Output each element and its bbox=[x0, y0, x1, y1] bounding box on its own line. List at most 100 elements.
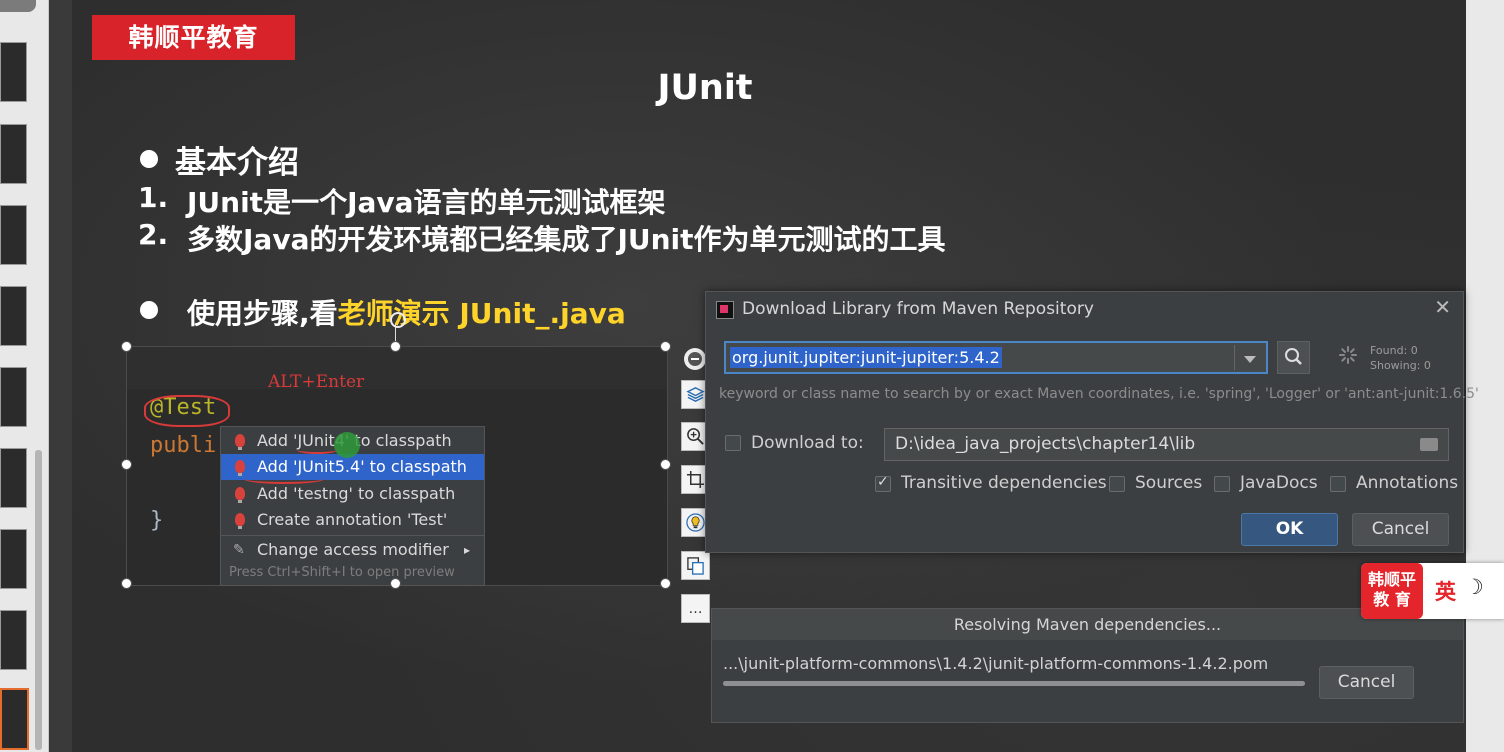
thumbnail-scrollbar[interactable] bbox=[35, 450, 42, 750]
popup-item-label: Create annotation 'Test' bbox=[257, 510, 448, 529]
resize-handle[interactable] bbox=[660, 341, 671, 352]
slide-thumbnail-panel bbox=[0, 0, 49, 752]
annotations-label: Annotations bbox=[1356, 473, 1459, 493]
annotations-checkbox[interactable] bbox=[1330, 476, 1346, 492]
slide-thumbnail[interactable] bbox=[0, 124, 27, 184]
popup-item-label: Change access modifier bbox=[257, 540, 449, 559]
resize-handle[interactable] bbox=[121, 459, 132, 470]
close-icon[interactable]: ✕ bbox=[1434, 295, 1451, 319]
point-number: 2. bbox=[138, 218, 169, 251]
right-margin bbox=[1466, 0, 1504, 752]
ide-gutter-line bbox=[127, 347, 667, 389]
steps-heading-white: 使用步骤,看 bbox=[187, 297, 338, 330]
popup-item-create-annotation[interactable]: Create annotation 'Test' bbox=[221, 507, 484, 533]
minus-icon bbox=[688, 352, 702, 366]
pencil-icon: ✎ bbox=[233, 542, 245, 558]
javadocs-checkbox[interactable] bbox=[1214, 476, 1230, 492]
slide-thumbnail[interactable] bbox=[0, 286, 27, 346]
brand-badge: 韩顺平教育 bbox=[92, 15, 295, 60]
sources-checkbox[interactable] bbox=[1109, 476, 1125, 492]
resize-handle[interactable] bbox=[390, 578, 401, 589]
code-brace: } bbox=[150, 508, 164, 533]
point-number: 1. bbox=[138, 181, 169, 214]
ok-button[interactable]: OK bbox=[1241, 513, 1338, 546]
progress-bar-fill bbox=[723, 681, 1305, 686]
thumbnail-panel-header bbox=[0, 0, 36, 12]
point-text: JUnit是一个Java语言的单元测试框架 bbox=[187, 186, 666, 219]
search-button[interactable] bbox=[1277, 341, 1310, 374]
bullet-dot bbox=[140, 150, 158, 168]
slide-thumbnail[interactable] bbox=[0, 448, 27, 508]
download-to-checkbox[interactable] bbox=[725, 435, 741, 451]
progress-current-file: ...\junit-platform-commons\1.4.2\junit-p… bbox=[723, 654, 1269, 673]
popup-item-label: Add 'testng' to classpath bbox=[257, 484, 456, 503]
ime-logo: 韩顺平 教 育 bbox=[1361, 563, 1423, 619]
red-underline-annotation bbox=[244, 474, 324, 484]
ime-logo-line: 教 育 bbox=[1373, 590, 1411, 609]
slide-thumbnail[interactable] bbox=[0, 205, 27, 265]
resize-handle[interactable] bbox=[390, 341, 401, 352]
loading-spinner-icon bbox=[1339, 346, 1357, 364]
bullet-dot bbox=[140, 301, 158, 319]
maven-search-input[interactable]: org.junit.jupiter:junit-jupiter:5.4.2 bbox=[730, 347, 1002, 368]
download-to-label: Download to: bbox=[751, 433, 864, 453]
popup-divider bbox=[221, 535, 484, 536]
copy-button[interactable] bbox=[681, 551, 710, 580]
submenu-arrow-icon: ▸ bbox=[463, 543, 470, 557]
steps-heading: 使用步骤,看老师演示 JUnit_.java bbox=[187, 292, 626, 332]
cursor-highlight bbox=[334, 432, 360, 458]
intellij-app-icon bbox=[716, 301, 734, 319]
progress-bar bbox=[723, 681, 1305, 686]
bulb-icon bbox=[686, 513, 705, 532]
section-heading: 基本介绍 bbox=[175, 145, 299, 181]
chevron-down-icon[interactable] bbox=[1244, 356, 1256, 363]
rotation-handle[interactable] bbox=[390, 312, 406, 328]
red-bulb-icon bbox=[235, 434, 245, 450]
progress-title: Resolving Maven dependencies... bbox=[712, 609, 1463, 640]
resize-handle[interactable] bbox=[121, 341, 132, 352]
found-count: Found: 0 bbox=[1370, 344, 1418, 357]
showing-count: Showing: 0 bbox=[1370, 359, 1431, 372]
collapse-toolbar-button[interactable] bbox=[684, 348, 706, 370]
resolving-dependencies-panel: Resolving Maven dependencies... ...\juni… bbox=[711, 608, 1464, 723]
popup-preview-hint: Press Ctrl+Shift+I to open preview bbox=[229, 565, 455, 580]
red-underline-annotation bbox=[297, 446, 337, 454]
code-keyword: publi bbox=[150, 433, 217, 458]
point-text: 多数Java的开发环境都已经集成了JUnit作为单元测试的工具 bbox=[187, 223, 946, 256]
slide-thumbnail[interactable] bbox=[0, 610, 27, 670]
slide-thumbnail[interactable] bbox=[0, 367, 27, 427]
red-bulb-icon bbox=[235, 487, 245, 503]
cancel-button[interactable]: Cancel bbox=[1352, 513, 1449, 546]
sources-label: Sources bbox=[1135, 473, 1203, 493]
popup-item-change-access[interactable]: ✎ Change access modifier ▸ bbox=[221, 537, 484, 563]
javadocs-label: JavaDocs bbox=[1240, 473, 1318, 493]
red-bulb-icon bbox=[235, 460, 245, 476]
layers-icon bbox=[686, 387, 705, 402]
transitive-dependencies-checkbox[interactable] bbox=[875, 474, 891, 492]
maven-search-combobox[interactable]: org.junit.jupiter:junit-jupiter:5.4.2 bbox=[724, 341, 1268, 374]
folder-icon[interactable] bbox=[1420, 438, 1438, 451]
slide-thumbnail-current[interactable] bbox=[0, 688, 29, 750]
red-circle-annotation bbox=[144, 395, 230, 427]
resize-handle[interactable] bbox=[121, 578, 132, 589]
combo-divider bbox=[1234, 345, 1235, 370]
handwritten-annotation: ALT+Enter bbox=[268, 372, 365, 392]
ime-language-toggle[interactable]: 英 bbox=[1435, 576, 1456, 606]
crop-icon bbox=[686, 470, 705, 489]
zoom-icon bbox=[687, 428, 704, 445]
slide-thumbnail[interactable] bbox=[0, 529, 27, 589]
slide-title: JUnit bbox=[657, 68, 753, 108]
resize-handle[interactable] bbox=[660, 459, 671, 470]
copy-icon bbox=[687, 557, 704, 575]
progress-cancel-button[interactable]: Cancel bbox=[1319, 666, 1414, 699]
ime-floating-toolbar[interactable]: 韩顺平 教 育 英 ☽ bbox=[1361, 563, 1504, 619]
moon-icon[interactable]: ☽ bbox=[1465, 575, 1484, 599]
ime-logo-line: 韩顺平 bbox=[1367, 570, 1416, 589]
slide-thumbnail[interactable] bbox=[0, 42, 27, 102]
resize-handle[interactable] bbox=[660, 578, 671, 589]
steps-heading-highlight: 老师演示 JUnit_.java bbox=[337, 297, 626, 330]
more-button[interactable]: … bbox=[681, 594, 710, 623]
red-bulb-icon bbox=[235, 513, 245, 529]
popup-item-add-testng[interactable]: Add 'testng' to classpath bbox=[221, 481, 484, 507]
download-path-field[interactable]: D:\idea_java_projects\chapter14\lib bbox=[884, 428, 1449, 461]
